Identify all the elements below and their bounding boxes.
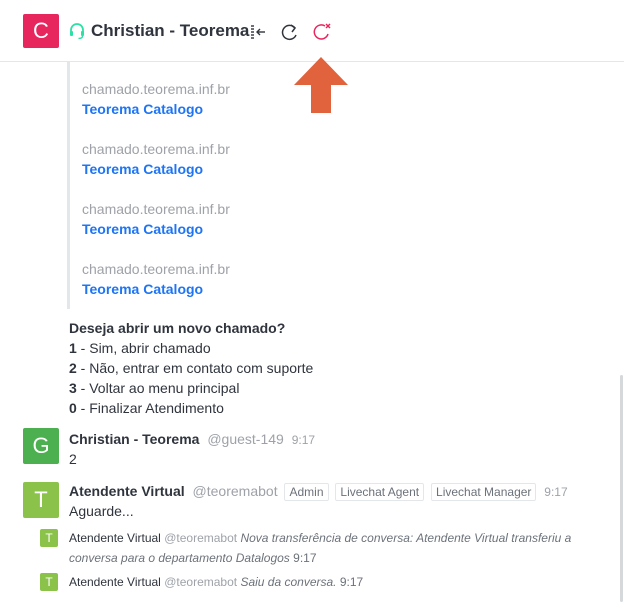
menu-option: 0 - Finalizar Atendimento xyxy=(69,400,224,416)
role-badge: Livechat Manager xyxy=(431,483,537,501)
system-handle: @teoremabot xyxy=(164,531,238,545)
message-handle: @guest-149 xyxy=(207,431,284,447)
system-handle: @teoremabot xyxy=(164,575,238,589)
message-header: Christian - Teorema @guest-149 9:17 xyxy=(69,429,315,450)
link-title[interactable]: Teorema Catalogo xyxy=(82,159,230,179)
link-domain: chamado.teorema.inf.br xyxy=(82,81,230,97)
link-title[interactable]: Teorema Catalogo xyxy=(82,279,230,299)
menu-question: Deseja abrir um novo chamado? xyxy=(69,320,286,336)
link-domain: chamado.teorema.inf.br xyxy=(82,141,230,157)
system-username[interactable]: Atendente Virtual xyxy=(69,575,161,589)
message-body: Aguarde... xyxy=(69,503,134,519)
message-handle: @teoremabot xyxy=(192,483,278,499)
system-time: 9:17 xyxy=(293,551,317,565)
link-preview[interactable]: chamado.teorema.inf.br Teorema Catalogo xyxy=(82,139,230,179)
avatar[interactable]: T xyxy=(40,529,58,547)
menu-option: 3 - Voltar ao menu principal xyxy=(69,380,240,396)
hide-room-icon[interactable] xyxy=(248,22,268,42)
link-preview[interactable]: chamado.teorema.inf.br Teorema Catalogo xyxy=(82,259,230,299)
message-username[interactable]: Christian - Teorema xyxy=(69,431,199,447)
link-preview[interactable]: chamado.teorema.inf.br Teorema Catalogo xyxy=(82,199,230,239)
link-title[interactable]: Teorema Catalogo xyxy=(82,99,230,119)
link-domain: chamado.teorema.inf.br xyxy=(82,201,230,217)
forward-chat-icon[interactable] xyxy=(280,22,300,42)
avatar[interactable]: G xyxy=(23,428,59,464)
room-header: C Christian - Teorema xyxy=(0,0,624,62)
role-badge: Livechat Agent xyxy=(335,483,425,501)
system-time: 9:17 xyxy=(339,575,364,589)
avatar[interactable]: T xyxy=(23,482,59,518)
link-preview[interactable]: chamado.teorema.inf.br Teorema Catalogo xyxy=(82,79,230,119)
room-title: Christian - Teorema xyxy=(91,21,250,40)
menu-option: 2 - Não, entrar em contato com suporte xyxy=(69,360,314,376)
close-chat-icon[interactable] xyxy=(312,22,332,42)
scrollbar[interactable] xyxy=(620,375,623,602)
headset-icon xyxy=(68,22,86,40)
system-message: Atendente Virtual @teoremabot Saiu da co… xyxy=(69,572,579,592)
quote-bar xyxy=(67,62,70,309)
room-avatar[interactable]: C xyxy=(23,14,59,48)
message-time: 9:17 xyxy=(544,485,568,499)
link-domain: chamado.teorema.inf.br xyxy=(82,261,230,277)
message-time: 9:17 xyxy=(291,433,316,447)
menu-option: 1 - Sim, abrir chamado xyxy=(69,340,211,356)
avatar[interactable]: T xyxy=(40,573,58,591)
message-body: 2 xyxy=(69,451,77,467)
system-message: Atendente Virtual @teoremabot Nova trans… xyxy=(69,528,579,568)
message-username[interactable]: Atendente Virtual xyxy=(69,483,185,499)
message-header: Atendente Virtual @teoremabot Admin Live… xyxy=(69,481,568,502)
system-text: Saiu da conversa. xyxy=(240,575,337,589)
system-username[interactable]: Atendente Virtual xyxy=(69,531,161,545)
role-badge: Admin xyxy=(284,483,329,501)
menu-message: Deseja abrir um novo chamado? 1 - Sim, a… xyxy=(69,318,313,418)
link-title[interactable]: Teorema Catalogo xyxy=(82,219,230,239)
arrow-up-icon xyxy=(292,55,350,115)
